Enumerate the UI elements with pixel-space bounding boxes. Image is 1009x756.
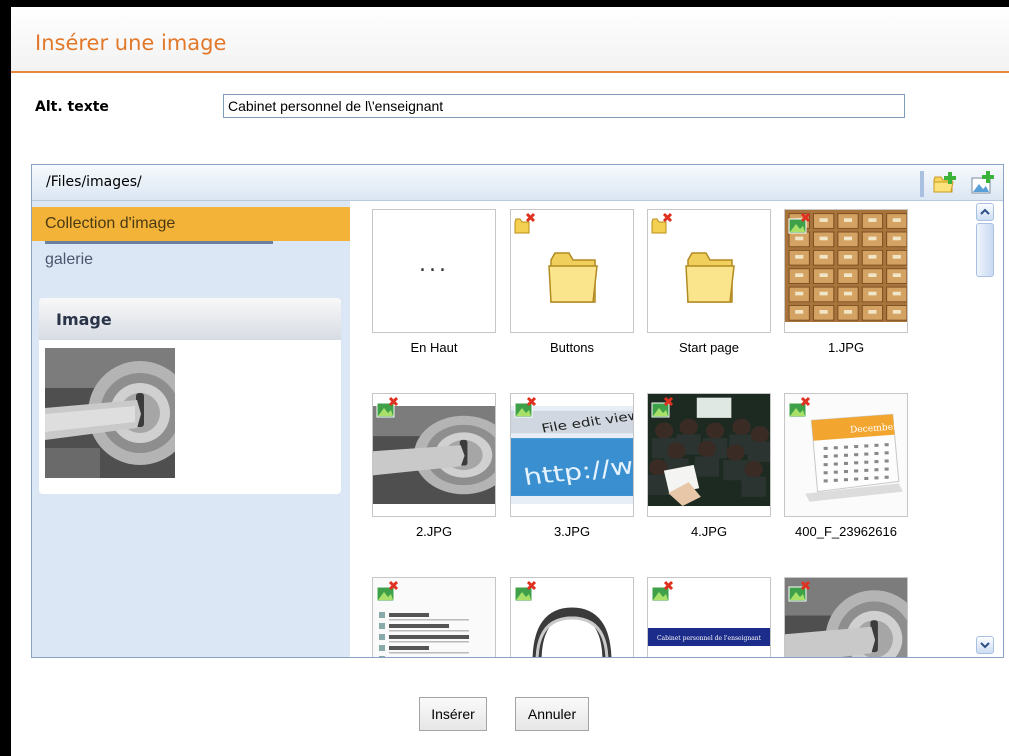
chevron-up-icon [980,208,990,215]
key-lock-photo [45,348,175,478]
grid-scrollbar[interactable] [974,201,996,657]
collection-item-collection-d-image[interactable]: Collection d'image [32,207,350,244]
insert-button[interactable]: Insérer [419,697,487,731]
chevron-down-icon [980,642,990,649]
delete-icon[interactable] [513,580,539,604]
tile-image[interactable] [510,577,634,657]
delete-icon[interactable] [375,396,401,420]
new-folder-button[interactable] [928,168,962,198]
key-lock-photo [373,406,495,504]
scroll-up-button[interactable] [976,203,994,221]
path-bar: /Files/images/ [32,165,1003,201]
insert-image-dialog: Insérer une image Alt. texte /Files/imag… [11,7,1009,756]
current-path: /Files/images/ [46,174,142,190]
tile-parent-folder[interactable]: ... [372,209,496,333]
toolbar-divider [920,171,924,197]
dialog-title: Insérer une image [35,31,227,55]
delete-icon[interactable] [513,396,539,420]
tile-label: 3.JPG [553,524,591,539]
tile-label: 4.JPG [690,524,728,539]
delete-icon[interactable] [375,580,401,604]
tile-label: 1.JPG [827,340,865,355]
preview-header: Image [39,298,341,340]
browser-url-photo: File edit view http://ww [511,406,633,504]
tile-folder[interactable] [647,209,771,333]
tile-image[interactable] [372,577,496,657]
folder-add-icon [933,172,956,193]
tile-label: 2.JPG [415,524,453,539]
delete-icon[interactable] [650,396,676,420]
collection-label: galerie [45,251,94,268]
collections-panel: Collection d'image galerie Image [32,201,350,657]
tile-image[interactable]: December [784,393,908,517]
delete-icon[interactable] [787,580,813,604]
collection-item-galerie[interactable]: galerie [32,243,350,277]
image-preview-panel: Image [39,298,341,494]
tile-image[interactable] [647,393,771,517]
delete-icon[interactable] [787,396,813,420]
tile-folder[interactable] [510,209,634,333]
tile-image[interactable] [784,209,908,333]
delete-folder-icon[interactable] [650,212,676,236]
preview-image [45,348,175,478]
alt-text-label: Alt. texte [35,99,109,115]
upload-image-button[interactable] [966,168,1000,198]
up-dots: ... [419,252,449,277]
delete-folder-icon[interactable] [513,212,539,236]
file-browser: /Files/images/ Collection d'image galeri… [31,164,1004,658]
tile-label: Start page [679,340,739,355]
collection-label: Collection d'image [45,215,176,232]
cancel-button[interactable]: Annuler [515,697,589,731]
tile-label: 400_F_23962616 [795,524,897,539]
delete-icon[interactable] [787,212,813,236]
tile-image[interactable]: Cabinet personnel de l'enseignant [647,577,771,657]
tile-image[interactable]: File edit view http://ww [510,393,634,517]
scroll-thumb[interactable] [976,223,994,277]
scroll-down-button[interactable] [976,636,994,654]
delete-icon[interactable] [650,580,676,604]
tile-image[interactable] [784,577,908,657]
tile-label: Buttons [549,340,595,355]
image-add-icon [971,171,994,194]
tile-label: En Haut [410,340,458,355]
file-grid: ... En Haut Buttons Start page 1.JPG 2.J… [350,201,970,657]
banner-text: Cabinet personnel de l'enseignant [657,635,762,642]
dialog-header: Insérer une image [11,7,1009,73]
tile-image[interactable] [372,393,496,517]
alt-text-input[interactable] [223,94,905,118]
preview-title: Image [56,310,112,329]
